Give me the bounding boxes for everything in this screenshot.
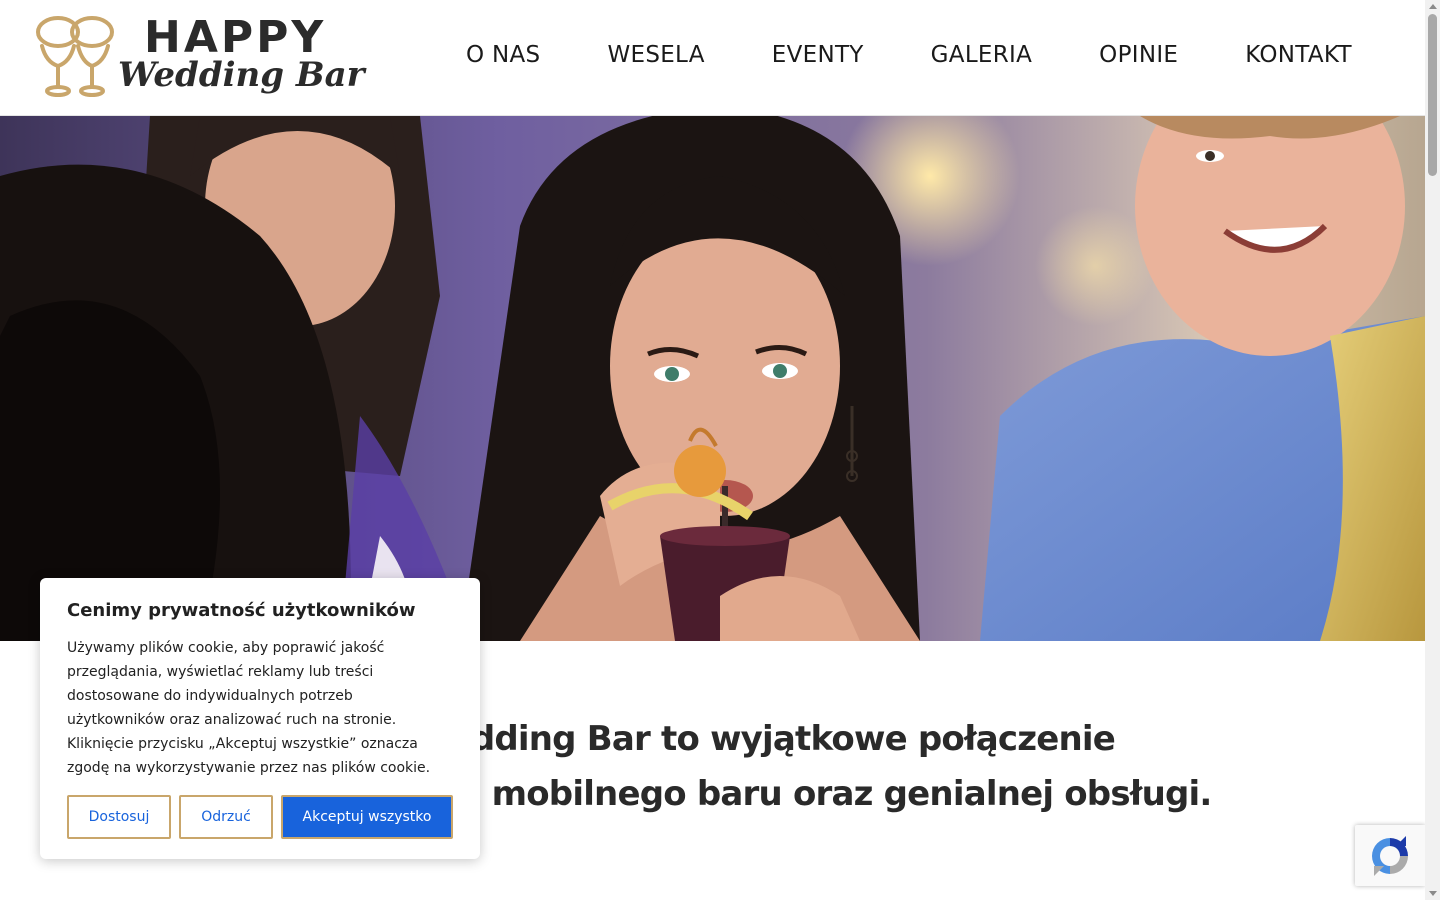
site-logo[interactable]: HAPPY Wedding Bar bbox=[34, 12, 365, 102]
hero-photo bbox=[0, 116, 1425, 641]
accept-all-button[interactable]: Akceptuj wszystko bbox=[281, 795, 453, 839]
reject-button[interactable]: Odrzuć bbox=[179, 795, 273, 839]
page-scrollbar[interactable] bbox=[1425, 0, 1440, 900]
logo-subtitle: Wedding Bar bbox=[118, 55, 365, 95]
nav-item-kontakt[interactable]: KONTAKT bbox=[1245, 42, 1352, 68]
nav-item-wesela[interactable]: WESELA bbox=[607, 42, 704, 68]
scrollbar-thumb[interactable] bbox=[1428, 14, 1437, 176]
scroll-up-arrow-icon[interactable] bbox=[1429, 4, 1437, 9]
cookie-buttons: Dostosuj Odrzuć Akceptuj wszystko bbox=[67, 795, 453, 839]
nav-item-opinie[interactable]: OPINIE bbox=[1099, 42, 1178, 68]
recaptcha-badge[interactable] bbox=[1355, 825, 1425, 886]
logo-title: HAPPY bbox=[144, 12, 327, 63]
nav-item-o-nas[interactable]: O NAS bbox=[466, 42, 540, 68]
hero-image bbox=[0, 116, 1425, 641]
nav-item-galeria[interactable]: GALERIA bbox=[931, 42, 1033, 68]
cookie-consent-banner: Cenimy prywatność użytkowników Używamy p… bbox=[40, 578, 480, 859]
cookie-description: Używamy plików cookie, aby poprawić jako… bbox=[67, 640, 431, 776]
recaptcha-icon bbox=[1372, 836, 1408, 876]
main-nav: O NAS WESELA EVENTY GALERIA OPINIE KONTA… bbox=[466, 42, 1352, 68]
scroll-down-arrow-icon[interactable] bbox=[1429, 891, 1437, 896]
site-header: HAPPY Wedding Bar O NAS WESELA EVENTY GA… bbox=[0, 0, 1425, 116]
customize-button[interactable]: Dostosuj bbox=[67, 795, 171, 839]
nav-item-eventy[interactable]: EVENTY bbox=[772, 42, 864, 68]
cookie-title: Cenimy prywatność użytkowników bbox=[67, 600, 416, 621]
wine-glasses-logo-icon bbox=[36, 16, 114, 97]
